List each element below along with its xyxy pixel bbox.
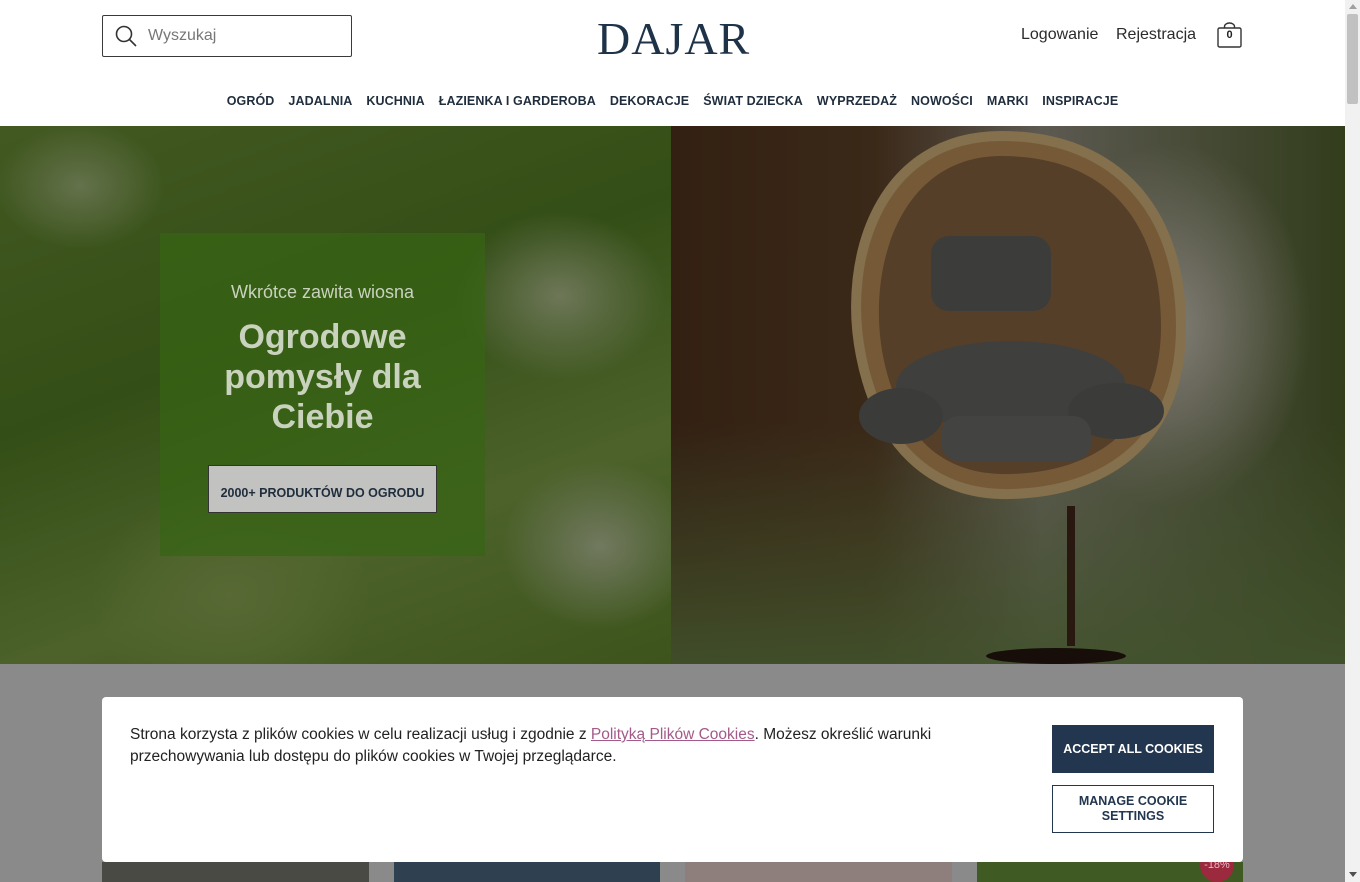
nav-item-lazienka[interactable]: ŁAZIENKA I GARDEROBA	[432, 94, 603, 108]
nav-item-marki[interactable]: MARKI	[980, 94, 1035, 108]
manage-cookie-settings-button[interactable]: MANAGE COOKIE SETTINGS	[1052, 785, 1214, 833]
page-scrollbar[interactable]	[1345, 0, 1360, 882]
site-logo[interactable]: DAJAR	[597, 12, 750, 65]
nav-item-swiat-dziecka[interactable]: ŚWIAT DZIECKA	[696, 94, 810, 108]
search-icon	[115, 25, 137, 47]
garden-products-button[interactable]: 2000+ PRODUKTÓW DO OGRODU	[208, 465, 437, 513]
cookie-policy-link[interactable]: Polityką Plików Cookies	[591, 726, 755, 743]
nav-item-wyprzedaz[interactable]: WYPRZEDAŻ	[810, 94, 904, 108]
product-card[interactable]	[102, 862, 369, 882]
nav-item-ogrod[interactable]: OGRÓD	[220, 94, 282, 108]
cookie-banner: Strona korzysta z plików cookies w celu …	[102, 697, 1243, 862]
nav-item-jadalnia[interactable]: JADALNIA	[281, 94, 359, 108]
login-link[interactable]: Logowanie	[1021, 26, 1098, 44]
product-card[interactable]	[685, 862, 952, 882]
site-header: DAJAR Logowanie Rejestracja 0 OGRÓD JADA…	[0, 0, 1345, 126]
nav-item-kuchnia[interactable]: KUCHNIA	[359, 94, 431, 108]
nav-item-nowosci[interactable]: NOWOŚCI	[904, 94, 980, 108]
main-nav: OGRÓD JADALNIA KUCHNIA ŁAZIENKA I GARDER…	[0, 94, 1345, 108]
hero-promo-box: Wkrótce zawita wiosna Ogrodowe pomysły d…	[160, 233, 485, 556]
cart-button[interactable]: 0	[1217, 22, 1242, 48]
scroll-thumb[interactable]	[1347, 14, 1358, 104]
search-box[interactable]	[102, 15, 352, 57]
cart-count: 0	[1226, 29, 1233, 41]
scroll-down-arrow-icon[interactable]	[1349, 872, 1357, 877]
register-link[interactable]: Rejestracja	[1116, 26, 1196, 44]
page: DAJAR Logowanie Rejestracja 0 OGRÓD JADA…	[0, 0, 1345, 882]
scroll-up-arrow-icon[interactable]	[1349, 4, 1357, 9]
accept-all-cookies-button[interactable]: ACCEPT ALL COOKIES	[1052, 725, 1214, 773]
nav-item-dekoracje[interactable]: DEKORACJE	[603, 94, 696, 108]
search-input[interactable]	[148, 27, 338, 45]
hero-banner[interactable]: Wkrótce zawita wiosna Ogrodowe pomysły d…	[0, 126, 1345, 664]
cookie-message: Strona korzysta z plików cookies w celu …	[130, 724, 1050, 768]
hero-title: Ogrodowe pomysły dla Ciebie	[224, 318, 421, 436]
cookie-text-start: Strona korzysta z plików cookies w celu …	[130, 726, 591, 743]
product-card[interactable]	[394, 862, 660, 882]
hero-subtitle: Wkrótce zawita wiosna	[230, 282, 415, 302]
nav-item-inspiracje[interactable]: INSPIRACJE	[1035, 94, 1125, 108]
